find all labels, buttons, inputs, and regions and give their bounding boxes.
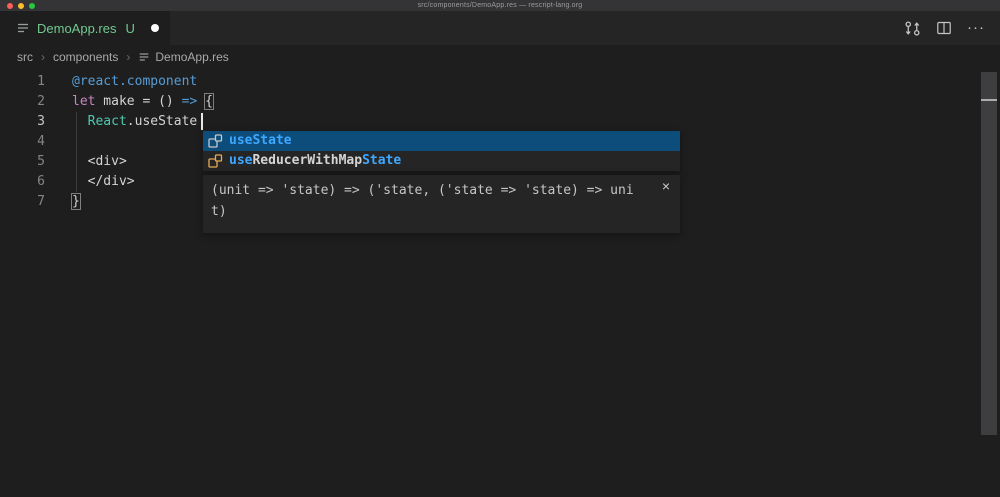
symbol-field-icon <box>207 153 223 169</box>
code-token-close-brace: } <box>72 194 80 209</box>
tab-bar: DemoApp.res U ··· <box>0 11 1000 45</box>
close-icon[interactable]: × <box>662 178 670 194</box>
file-icon <box>16 21 30 35</box>
code-token-member: .useState <box>127 114 197 129</box>
match-part: State <box>362 153 401 168</box>
tab-demoapp[interactable]: DemoApp.res U <box>0 11 170 45</box>
more-actions-icon[interactable]: ··· <box>967 23 985 33</box>
window-title: src/components/DemoApp.res — rescript-la… <box>418 2 583 9</box>
traffic-lights <box>7 3 35 9</box>
line-number: 5 <box>0 152 45 172</box>
code-token-module: React <box>88 114 127 129</box>
suggestion-label: useState <box>229 131 292 151</box>
suggest-docs-panel: (unit => 'state) => ('state, ('state => … <box>203 175 680 233</box>
code-token-keyword: let <box>72 94 95 109</box>
code-token-jsx: </div> <box>72 174 135 189</box>
code-token: make = () <box>95 94 181 109</box>
code-line-2[interactable]: 2 let make = () => { <box>0 92 1000 112</box>
vertical-scrollbar[interactable] <box>981 72 997 435</box>
close-window-button[interactable] <box>7 3 13 9</box>
breadcrumb-item-components[interactable]: components <box>53 50 118 64</box>
code-token-decorator: @react.component <box>72 74 197 89</box>
line-number: 1 <box>0 72 45 92</box>
zoom-window-button[interactable] <box>29 3 35 9</box>
code-line-1[interactable]: 1 @react.component <box>0 72 1000 92</box>
suggest-list: useState useReducerWithMapState <box>203 131 680 171</box>
breadcrumb-item-file[interactable]: DemoApp.res <box>138 50 228 64</box>
line-number: 4 <box>0 132 45 152</box>
line-number: 7 <box>0 192 45 212</box>
breadcrumb-item-src[interactable]: src <box>17 50 33 64</box>
line-number-active: 3 <box>0 112 45 132</box>
suggest-widget: useState useReducerWithMapState (unit =>… <box>203 131 680 233</box>
suggestion-label: useReducerWithMapState <box>229 151 401 171</box>
editor-actions: ··· <box>904 11 1000 45</box>
code-token <box>72 114 88 129</box>
code-editor[interactable]: 1 @react.component 2 let make = () => { … <box>0 69 1000 497</box>
minimize-window-button[interactable] <box>18 3 24 9</box>
indent-guide <box>76 112 77 192</box>
line-number: 2 <box>0 92 45 112</box>
tab-label: DemoApp.res <box>37 21 116 36</box>
chevron-right-icon: › <box>126 50 130 64</box>
open-changes-icon[interactable] <box>904 20 921 37</box>
suggestion-usestate[interactable]: useState <box>203 131 680 151</box>
type-signature-line-2: t) <box>211 201 650 222</box>
line-number: 6 <box>0 172 45 192</box>
symbol-field-icon <box>207 133 223 149</box>
window-titlebar: src/components/DemoApp.res — rescript-la… <box>0 0 1000 11</box>
chevron-right-icon: › <box>41 50 45 64</box>
tab-git-status-badge: U <box>125 21 134 36</box>
type-signature-line-1: (unit => 'state) => ('state, ('state => … <box>211 180 650 201</box>
breadcrumb: src › components › DemoApp.res <box>0 45 1000 69</box>
code-token-jsx: <div> <box>72 154 127 169</box>
match-part: use <box>229 153 252 168</box>
overview-ruler-cursor-mark <box>981 99 997 101</box>
breadcrumb-file-label: DemoApp.res <box>155 50 228 64</box>
text-cursor <box>201 113 203 130</box>
tab-dirty-indicator[interactable] <box>151 24 159 32</box>
code-token-open-brace: { <box>205 94 213 109</box>
code-line-3[interactable]: 3 React.useState <box>0 112 1000 132</box>
suggestion-usereducerwithmapstate[interactable]: useReducerWithMapState <box>203 151 680 171</box>
file-icon <box>138 51 150 63</box>
code-token-arrow: => <box>182 94 198 109</box>
plain-part: ReducerWithMap <box>252 153 362 168</box>
code-token <box>197 94 205 109</box>
split-editor-icon[interactable] <box>936 20 952 36</box>
